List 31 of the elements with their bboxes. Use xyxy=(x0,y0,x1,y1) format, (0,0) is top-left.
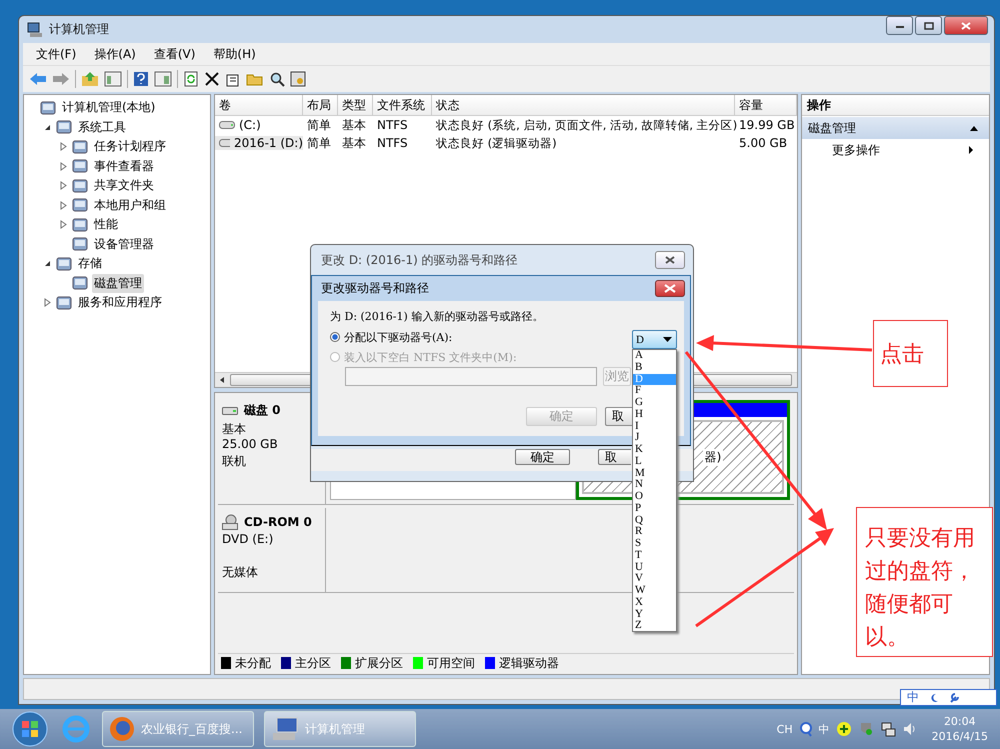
disk-detail: 无媒体 xyxy=(222,564,259,580)
window-title: 计算机管理 xyxy=(49,21,109,38)
table-cell-text: NTFS xyxy=(376,118,409,132)
option-label: 装入以下空白 NTFS 文件夹中(M): xyxy=(344,350,517,364)
annotation-note: 只要没有用过的盘符，随便都可以。 xyxy=(856,507,993,657)
dialog-title: 更改 D: (2016-1) 的驱动器号和路径 xyxy=(321,252,518,268)
table-cell-text: 19.99 GB xyxy=(738,118,796,132)
disk-detail: 25.00 GB xyxy=(222,437,279,453)
dialog-title: 更改驱动器号和路径 xyxy=(321,280,429,297)
legend-label: 可用空间 xyxy=(427,654,475,672)
table-cell-text: 基本 xyxy=(341,134,367,152)
table-cell-text: 5.00 GB xyxy=(738,136,788,150)
table-cell-text: NTFS xyxy=(376,136,409,150)
table-cell-text: 简单 xyxy=(306,134,332,152)
disk-name: 磁盘 0 xyxy=(244,402,281,419)
table-cell-text: 状态良好 (系统, 启动, 页面文件, 活动, 故障转储, 主分区) xyxy=(435,118,735,132)
dialog-prompt: 为 D: (2016-1) 输入新的驱动器号或路径。 xyxy=(330,309,544,325)
disk-detail: 基本 xyxy=(222,421,247,437)
annotation-note: 点击 xyxy=(873,320,948,387)
disk-name: CD-ROM 0 xyxy=(244,515,312,529)
legend-label: 未分配 xyxy=(235,654,271,672)
disk-detail: 联机 xyxy=(222,453,247,469)
table-cell-text: 简单 xyxy=(306,116,332,134)
disk-detail: DVD (E:) xyxy=(222,532,274,548)
option-label: 分配以下驱动器号(A): xyxy=(344,330,452,344)
legend-label: 扩展分区 xyxy=(355,654,403,672)
table-cell-text: 基本 xyxy=(341,116,367,134)
partition-label: 器) xyxy=(702,448,724,466)
legend-label: 主分区 xyxy=(295,654,331,672)
table-cell-text: 状态良好 (逻辑驱动器) xyxy=(435,136,558,150)
legend-label: 逻辑驱动器 xyxy=(499,654,559,672)
